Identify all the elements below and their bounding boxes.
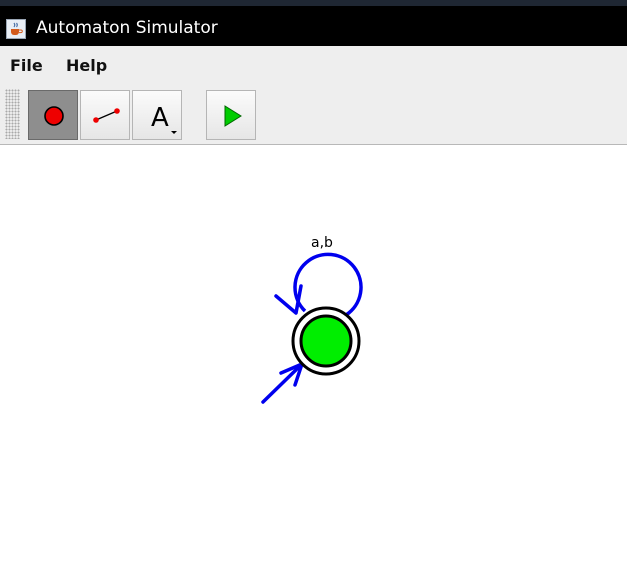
menu-file[interactable]: File xyxy=(10,56,43,76)
automaton-state[interactable] xyxy=(299,314,353,368)
menu-bar: File Help xyxy=(0,46,627,85)
text-tool-icon: A xyxy=(151,103,177,134)
window-title: Automaton Simulator xyxy=(36,18,218,38)
automaton-diagram xyxy=(261,252,363,404)
text-tool-button[interactable]: A xyxy=(132,90,182,140)
transition-label: a,b xyxy=(311,235,333,251)
java-cup-icon xyxy=(6,19,26,39)
self-loop-transition[interactable] xyxy=(293,252,363,317)
transition-tool-icon xyxy=(93,108,120,123)
state-tool-icon xyxy=(44,106,64,126)
self-loop-arrowhead xyxy=(274,284,303,315)
menu-help[interactable]: Help xyxy=(66,56,107,76)
text-tool-glyph: A xyxy=(151,103,169,133)
automaton-simulator-window: Automaton Simulator File Help A a,b xyxy=(0,0,627,581)
title-bar[interactable]: Automaton Simulator xyxy=(0,0,627,46)
run-icon xyxy=(224,105,242,127)
state-tool-button[interactable] xyxy=(28,90,78,140)
toolbar-grip[interactable] xyxy=(5,89,20,139)
title-bar-strip xyxy=(0,0,627,6)
automaton-canvas[interactable]: a,b xyxy=(0,145,627,581)
transition-tool-button[interactable] xyxy=(80,90,130,140)
run-button[interactable] xyxy=(206,90,256,140)
toolbar: A xyxy=(0,85,627,145)
